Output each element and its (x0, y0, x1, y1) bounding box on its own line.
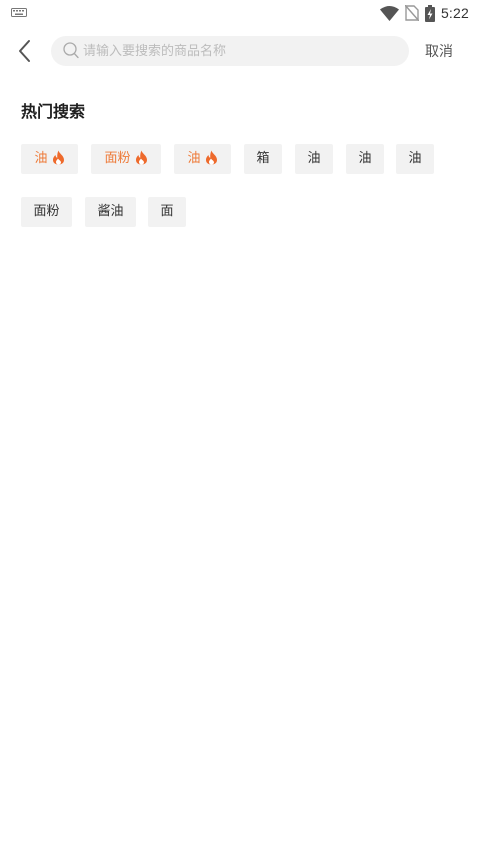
tag-label: 面粉 (33, 204, 60, 219)
status-time: 5:22 (440, 5, 469, 21)
hot-search-tag[interactable]: 面粉 (91, 144, 161, 174)
hot-search-title: 热门搜索 (21, 102, 86, 121)
hot-search-tag[interactable]: 酱油 (85, 197, 136, 227)
fire-icon (52, 150, 64, 164)
tag-label: 油 (408, 151, 422, 166)
status-icons: 5:22 (379, 3, 469, 23)
fire-icon (205, 150, 217, 164)
hot-search-tag[interactable]: 箱 (244, 144, 282, 174)
search-box[interactable] (51, 36, 409, 66)
hot-search-tag[interactable]: 油 (295, 144, 333, 174)
keyboard-icon (11, 8, 27, 17)
tag-label: 面粉 (104, 151, 131, 166)
tag-label: 面 (160, 204, 174, 219)
tag-label: 酱油 (97, 204, 124, 219)
search-icon (63, 42, 79, 59)
tag-label: 油 (358, 151, 372, 166)
tag-label: 油 (187, 151, 201, 166)
chevron-left-icon[interactable] (14, 38, 36, 64)
hot-search-tag[interactable]: 油 (396, 144, 434, 174)
hot-search-tag[interactable]: 油 (21, 144, 78, 174)
fire-icon (135, 150, 147, 164)
hot-search-tag[interactable]: 油 (174, 144, 231, 174)
hot-search-tag[interactable]: 油 (346, 144, 384, 174)
wifi-icon (379, 5, 399, 21)
search-input[interactable] (83, 36, 398, 66)
hot-search-tag[interactable]: 面粉 (21, 197, 72, 227)
status-bar: 5:22 (0, 0, 477, 26)
search-screen: 5:22 取消 热门搜索 油 面粉 油 箱 油 (0, 0, 477, 848)
battery-charging-icon (424, 4, 435, 22)
tag-label: 油 (307, 151, 321, 166)
hot-search-tag[interactable]: 面 (148, 197, 186, 227)
no-sim-icon (404, 5, 419, 21)
tag-label: 油 (34, 151, 48, 166)
search-header: 取消 (0, 36, 477, 66)
tag-label: 箱 (256, 151, 270, 166)
cancel-button[interactable]: 取消 (425, 41, 453, 61)
